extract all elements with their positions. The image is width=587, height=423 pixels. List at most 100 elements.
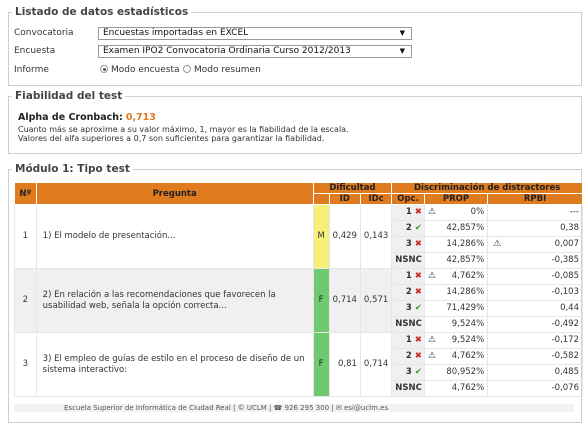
alpha-row: Alpha de Cronbach: 0,713 xyxy=(18,112,156,123)
radio-modo-encuesta[interactable]: Modo encuesta xyxy=(100,63,180,77)
header-id: ID xyxy=(328,193,361,205)
option-num: 1 xyxy=(405,207,412,217)
option-cell: 3 ✔ xyxy=(391,364,425,381)
option-cell: 3 ✖ xyxy=(391,236,425,253)
radio-unselected-icon[interactable] xyxy=(183,65,191,73)
cross-icon: ✖ xyxy=(414,351,422,361)
alpha-value: 0,713 xyxy=(125,112,156,123)
option-num: 3 xyxy=(405,367,412,377)
chevron-down-icon: ▼ xyxy=(399,29,405,37)
header-rpbi: RPBI xyxy=(487,193,583,205)
check-icon: ✔ xyxy=(414,367,422,377)
prop-value: 9,524% xyxy=(423,316,489,333)
question-text: 1) El modelo de presentación... xyxy=(35,204,314,269)
header-num: Nº xyxy=(14,182,37,205)
convocatoria-label: Convocatoria xyxy=(14,28,74,38)
radio-selected-icon[interactable] xyxy=(100,65,108,73)
option-cell: 2 ✔ xyxy=(391,220,425,237)
prop-value: 42,857% xyxy=(423,252,489,269)
id-value: 0,81 xyxy=(328,332,361,397)
prop-cell: ⚠ 0% xyxy=(423,204,489,221)
question-number: 1 xyxy=(14,204,37,269)
alpha-desc-line1: Cuanto más se aproxime a su valor máximo… xyxy=(18,125,349,134)
page-footer: Escuela Superior de Informática de Ciuda… xyxy=(14,404,574,412)
alpha-desc-line2: Valores del alfa superiores a 0,7 son su… xyxy=(18,134,325,143)
radio-modo-resumen-label: Modo resumen xyxy=(194,65,261,75)
header-prop: PROP xyxy=(423,193,489,205)
modulo-legend: Módulo 1: Tipo test xyxy=(15,163,130,175)
option-cell: 2 ✖ xyxy=(391,284,425,301)
items-table: Nº Pregunta Dificultad Discriminación de… xyxy=(14,182,583,397)
fiabilidad-legend: Fiabilidad del test xyxy=(15,90,123,102)
header-opc: Opc. xyxy=(391,193,425,205)
rpbi-value: -0,085 xyxy=(487,268,583,285)
prop-value: 9,524% xyxy=(451,335,485,345)
question-number: 3 xyxy=(14,332,37,397)
check-icon: ✔ xyxy=(414,303,422,313)
rpbi-value: -0,076 xyxy=(487,380,583,397)
rpbi-value: -0,385 xyxy=(487,252,583,269)
header-discriminacion: Discriminación de distractores xyxy=(391,182,583,194)
encuesta-value: Examen IPO2 Convocatoria Ordinaria Curso… xyxy=(103,46,351,56)
option-cell: 2 ✖ xyxy=(391,348,425,365)
cross-icon: ✖ xyxy=(414,239,422,249)
option-num: 2 xyxy=(405,223,412,233)
prop-value: 0% xyxy=(470,207,485,217)
radio-modo-encuesta-label: Modo encuesta xyxy=(111,65,180,75)
option-cell: 3 ✔ xyxy=(391,300,425,317)
informe-label: Informe xyxy=(14,65,49,75)
difficulty-badge: M xyxy=(312,204,330,269)
idc-value: 0,571 xyxy=(359,268,393,333)
question-number: 2 xyxy=(14,268,37,333)
rpbi-value: 0,38 xyxy=(487,220,583,237)
header-diff-blank xyxy=(312,193,330,205)
rpbi-value: --- xyxy=(487,204,583,221)
option-num: 2 xyxy=(405,287,412,297)
idc-value: 0,143 xyxy=(359,204,393,269)
prop-value: 14,286% xyxy=(423,284,489,301)
question-text: 2) En relación a las recomendaciones que… xyxy=(35,268,314,333)
prop-value: 80,952% xyxy=(423,364,489,381)
option-num: 3 xyxy=(405,239,412,249)
header-idc: IDc xyxy=(359,193,393,205)
cross-icon: ✖ xyxy=(414,207,422,217)
header-pregunta: Pregunta xyxy=(35,182,314,205)
rpbi-value: 0,44 xyxy=(487,300,583,317)
option-cell: 1 ✖ xyxy=(391,204,425,221)
option-cell: 1 ✖ xyxy=(391,332,425,349)
header-dificultad: Dificultad xyxy=(312,182,393,194)
id-value: 0,714 xyxy=(328,268,361,333)
option-num: 1 xyxy=(405,271,412,281)
option-num: 3 xyxy=(405,303,412,313)
prop-value: 4,762% xyxy=(423,380,489,397)
warning-icon: ⚠ xyxy=(427,271,436,281)
datos-estadisticos-legend: Listado de datos estadísticos xyxy=(15,6,189,18)
rpbi-value: -0,492 xyxy=(487,316,583,333)
encuesta-select[interactable]: Examen IPO2 Convocatoria Ordinaria Curso… xyxy=(98,45,412,58)
warning-icon: ⚠ xyxy=(493,239,502,249)
prop-cell: ⚠ 4,762% xyxy=(423,268,489,285)
cross-icon: ✖ xyxy=(414,287,422,297)
prop-value: 4,762% xyxy=(451,271,485,281)
rpbi-cell: ⚠ 0,007 xyxy=(487,236,583,253)
option-cell: NSNC xyxy=(391,380,425,397)
alpha-description: Cuanto más se aproxime a su valor máximo… xyxy=(18,125,349,143)
table-row: 2 2) En relación a las recomendaciones q… xyxy=(14,268,583,333)
rpbi-value: -0,582 xyxy=(487,348,583,365)
id-value: 0,429 xyxy=(328,204,361,269)
prop-cell: ⚠ 4,762% xyxy=(423,348,489,365)
prop-cell: ⚠ 9,524% xyxy=(423,332,489,349)
warning-icon: ⚠ xyxy=(427,351,436,361)
check-icon: ✔ xyxy=(414,223,422,233)
radio-modo-resumen[interactable]: Modo resumen xyxy=(183,63,261,77)
convocatoria-select[interactable]: Encuestas importadas en EXCEL ▼ xyxy=(98,27,412,40)
cross-icon: ✖ xyxy=(414,271,422,281)
rpbi-value: -0,172 xyxy=(487,332,583,349)
rpbi-value: -0,103 xyxy=(487,284,583,301)
option-cell: NSNC xyxy=(391,252,425,269)
table-row: 1 1) El modelo de presentación... M 0,42… xyxy=(14,204,583,269)
table-row: 3 3) El empleo de guías de estilo en el … xyxy=(14,332,583,397)
question-text: 3) El empleo de guías de estilo en el pr… xyxy=(35,332,314,397)
difficulty-badge: F xyxy=(312,332,330,397)
difficulty-badge: F xyxy=(312,268,330,333)
